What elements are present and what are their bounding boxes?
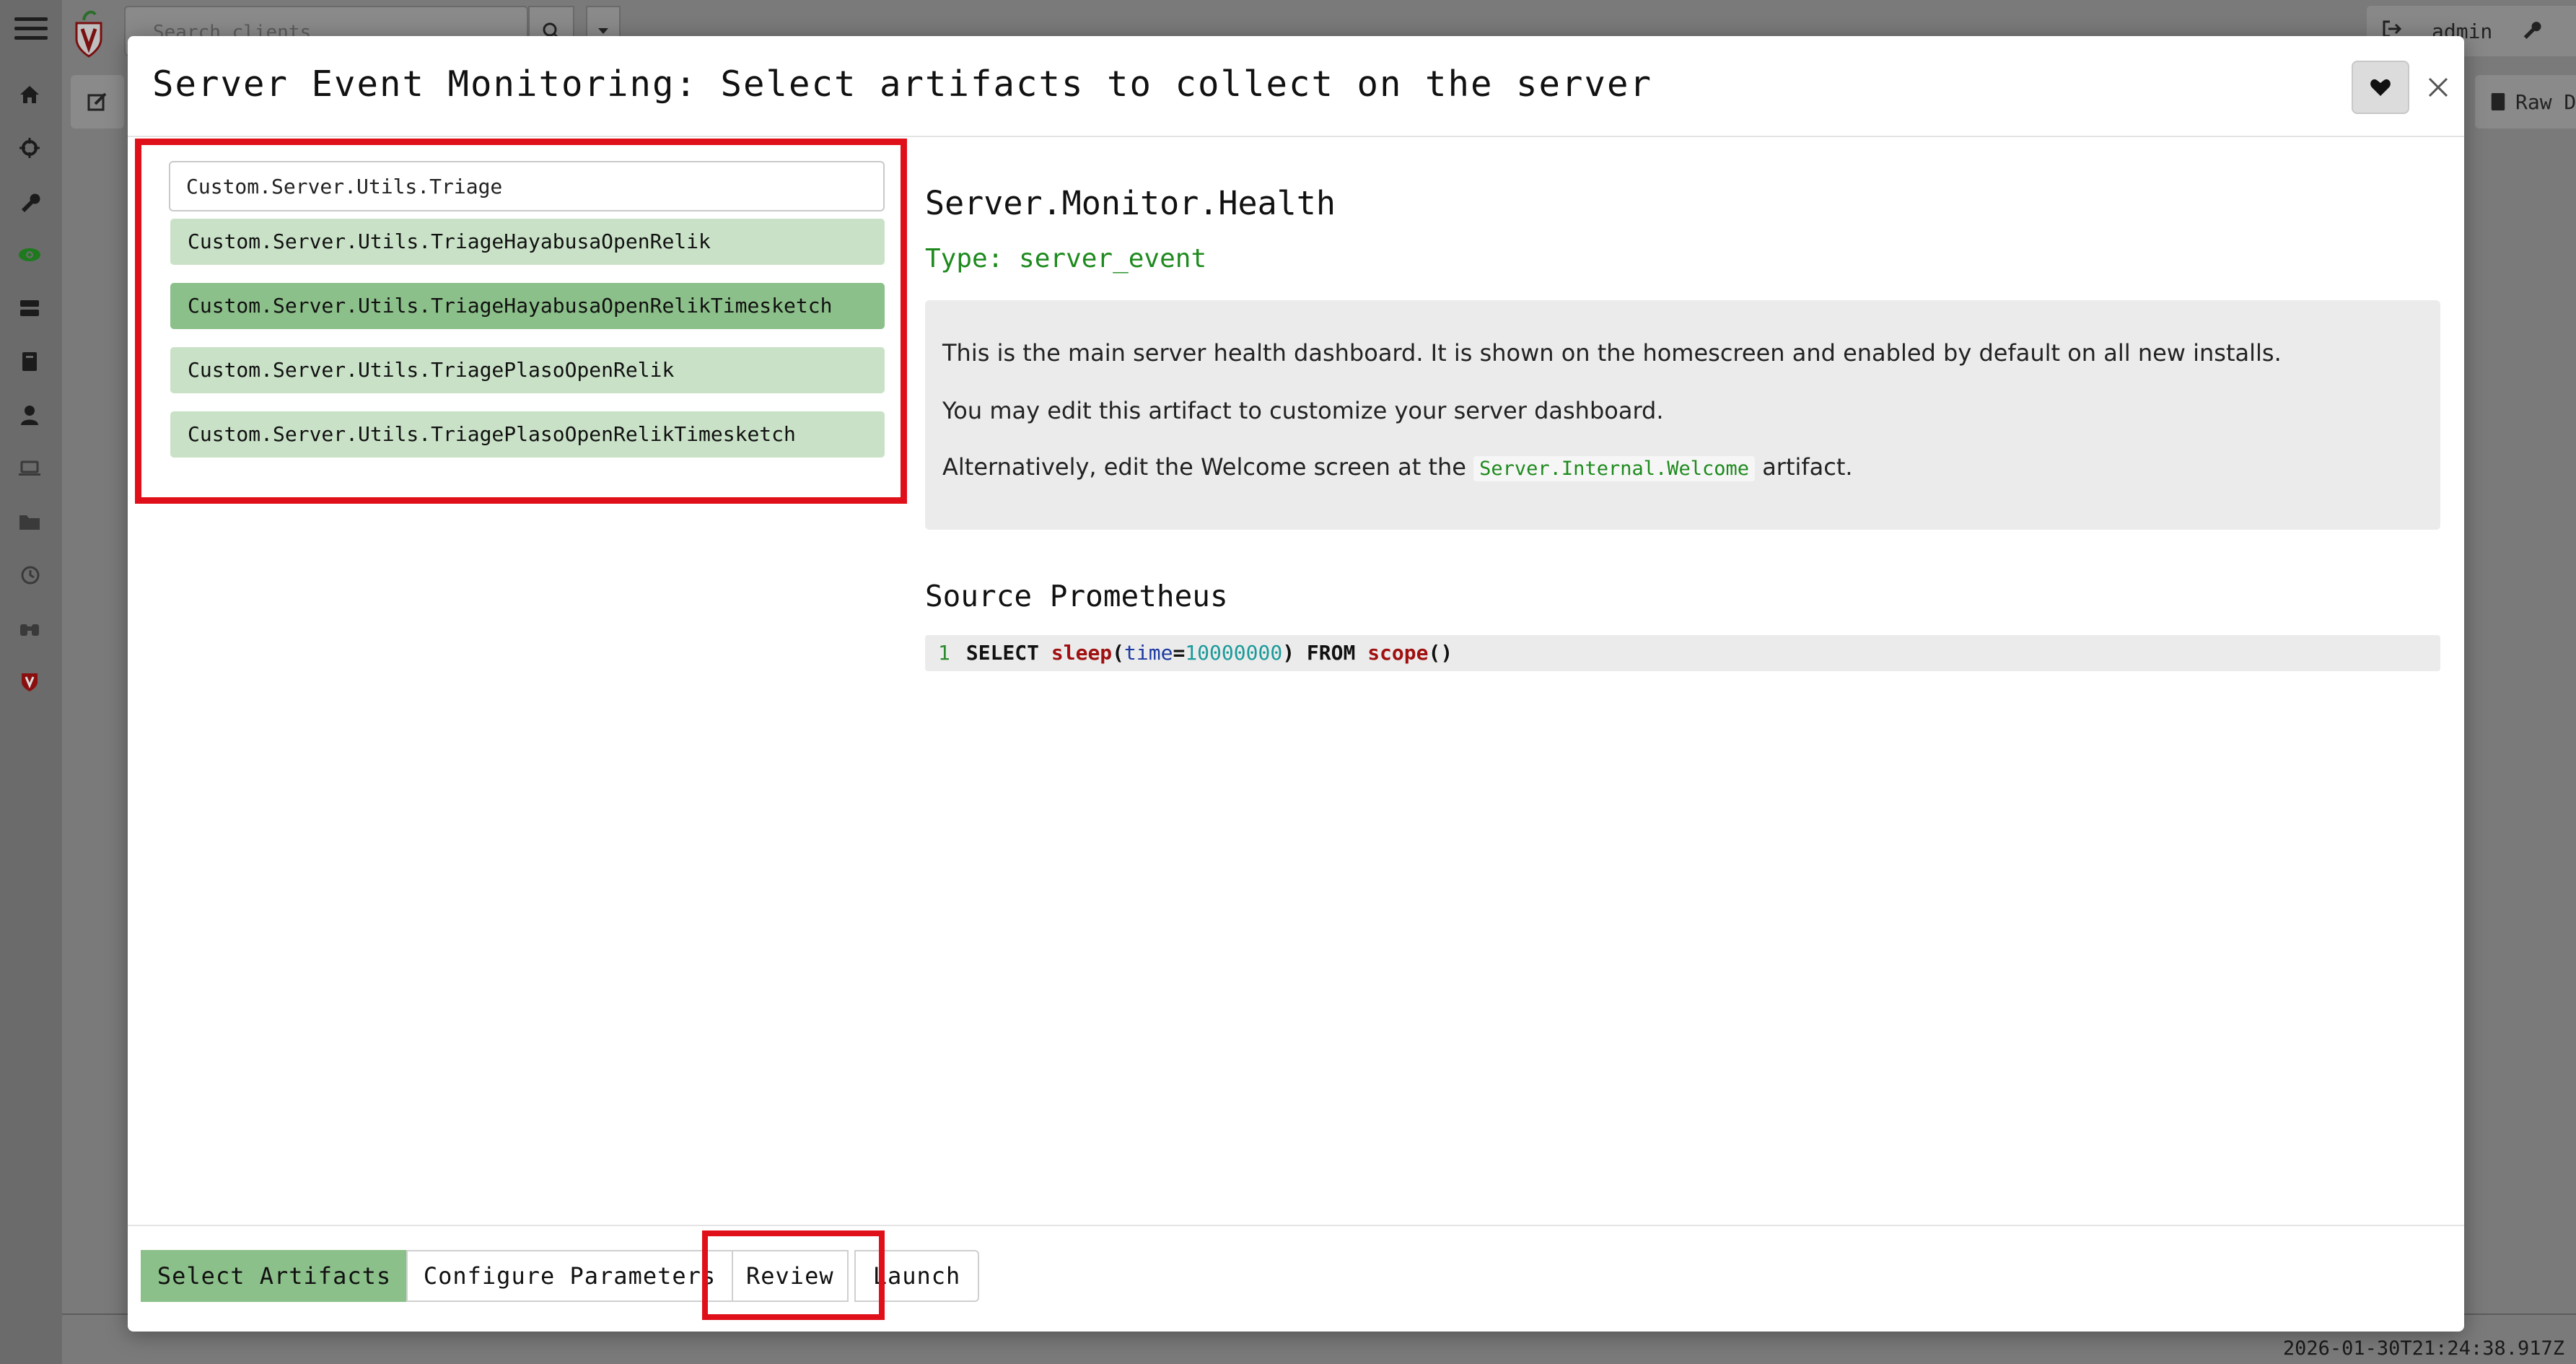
user-icon[interactable] bbox=[14, 400, 45, 430]
artifact-list-item[interactable]: Custom.Server.Utils.TriagePlasoOpenRelik bbox=[170, 347, 885, 393]
description-paragraph: This is the main server health dashboard… bbox=[942, 339, 2282, 367]
binoculars-icon[interactable] bbox=[14, 613, 45, 644]
book-icon[interactable] bbox=[14, 346, 45, 377]
close-icon bbox=[2428, 77, 2448, 97]
code-punct: ( bbox=[1112, 641, 1125, 665]
description-text: artifact. bbox=[1755, 453, 1853, 481]
description-paragraph: Alternatively, edit the Welcome screen a… bbox=[942, 453, 1853, 481]
wrench-icon[interactable] bbox=[14, 186, 45, 217]
eye-icon[interactable] bbox=[14, 240, 45, 270]
source-heading: Source Prometheus bbox=[925, 579, 1228, 613]
velociraptor-icon[interactable] bbox=[14, 667, 45, 697]
artifact-selection-panel: Custom.Server.Utils.TriageHayabusaOpenRe… bbox=[135, 139, 907, 504]
code-punct: = bbox=[1173, 641, 1186, 665]
dialog-header: Server Event Monitoring: Select artifact… bbox=[128, 36, 2464, 137]
artifact-list-item-selected[interactable]: Custom.Server.Utils.TriageHayabusaOpenRe… bbox=[170, 283, 885, 329]
folder-icon[interactable] bbox=[14, 507, 45, 537]
artifact-description: This is the main server health dashboard… bbox=[925, 300, 2440, 530]
sidebar bbox=[0, 0, 62, 1364]
launch-button[interactable]: Launch bbox=[854, 1250, 979, 1302]
settings-wrench-icon[interactable] bbox=[2521, 19, 2541, 44]
artifact-name: Server.Monitor.Health bbox=[925, 184, 1336, 222]
step-review[interactable]: Review bbox=[732, 1250, 849, 1302]
artifact-list-item[interactable]: Custom.Server.Utils.TriageHayabusaOpenRe… bbox=[170, 219, 885, 265]
description-paragraph: You may edit this artifact to customize … bbox=[942, 397, 1664, 424]
description-text: Alternatively, edit the Welcome screen a… bbox=[942, 453, 1474, 481]
code-number: 10000000 bbox=[1185, 641, 1283, 665]
edit-button[interactable] bbox=[71, 75, 124, 128]
line-number: 1 bbox=[938, 641, 950, 665]
code-punct: ) bbox=[1282, 641, 1295, 665]
server-event-monitoring-dialog: Server Event Monitoring: Select artifact… bbox=[128, 36, 2464, 1332]
code-keyword: FROM bbox=[1306, 641, 1356, 665]
step-configure-parameters[interactable]: Configure Parameters bbox=[406, 1250, 733, 1302]
heart-icon bbox=[2370, 79, 2391, 96]
chevron-down-icon bbox=[598, 28, 608, 34]
server-icon[interactable] bbox=[14, 293, 45, 323]
code-punct: () bbox=[1428, 641, 1453, 665]
history-icon[interactable] bbox=[14, 560, 45, 590]
code-keyword: SELECT bbox=[965, 641, 1040, 665]
raw-data-label: Raw D bbox=[2515, 89, 2576, 114]
code-function: sleep bbox=[1051, 641, 1113, 665]
crosshair-icon[interactable] bbox=[14, 133, 45, 163]
code-function: scope bbox=[1367, 641, 1429, 665]
book-icon bbox=[2491, 93, 2505, 110]
raw-data-button[interactable]: Raw D bbox=[2475, 75, 2576, 128]
artifact-reference-code: Server.Internal.Welcome bbox=[1473, 456, 1756, 481]
step-select-artifacts[interactable]: Select Artifacts bbox=[141, 1250, 408, 1302]
artifact-list-item[interactable]: Custom.Server.Utils.TriagePlasoOpenRelik… bbox=[170, 411, 885, 458]
favorite-button[interactable] bbox=[2352, 61, 2409, 114]
artifact-type: Type: server_event bbox=[925, 244, 1207, 274]
app-logo bbox=[69, 7, 108, 59]
close-button[interactable] bbox=[2417, 64, 2460, 111]
edit-icon bbox=[87, 92, 107, 111]
artifact-search-input[interactable] bbox=[169, 161, 885, 211]
status-timestamp: 2026-01-30T21:24:38.917Z bbox=[2282, 1337, 2564, 1360]
code-arg: time bbox=[1124, 641, 1173, 665]
home-icon[interactable] bbox=[14, 79, 45, 110]
hamburger-menu-icon[interactable] bbox=[14, 12, 48, 45]
dialog-title: Server Event Monitoring: Select artifact… bbox=[152, 64, 1653, 105]
wizard-steps: Select Artifacts Configure Parameters Re… bbox=[128, 1225, 2464, 1332]
vql-source-code: 1 SELECT sleep(time=10000000) FROM scope(… bbox=[925, 635, 2440, 671]
laptop-icon[interactable] bbox=[14, 453, 45, 484]
